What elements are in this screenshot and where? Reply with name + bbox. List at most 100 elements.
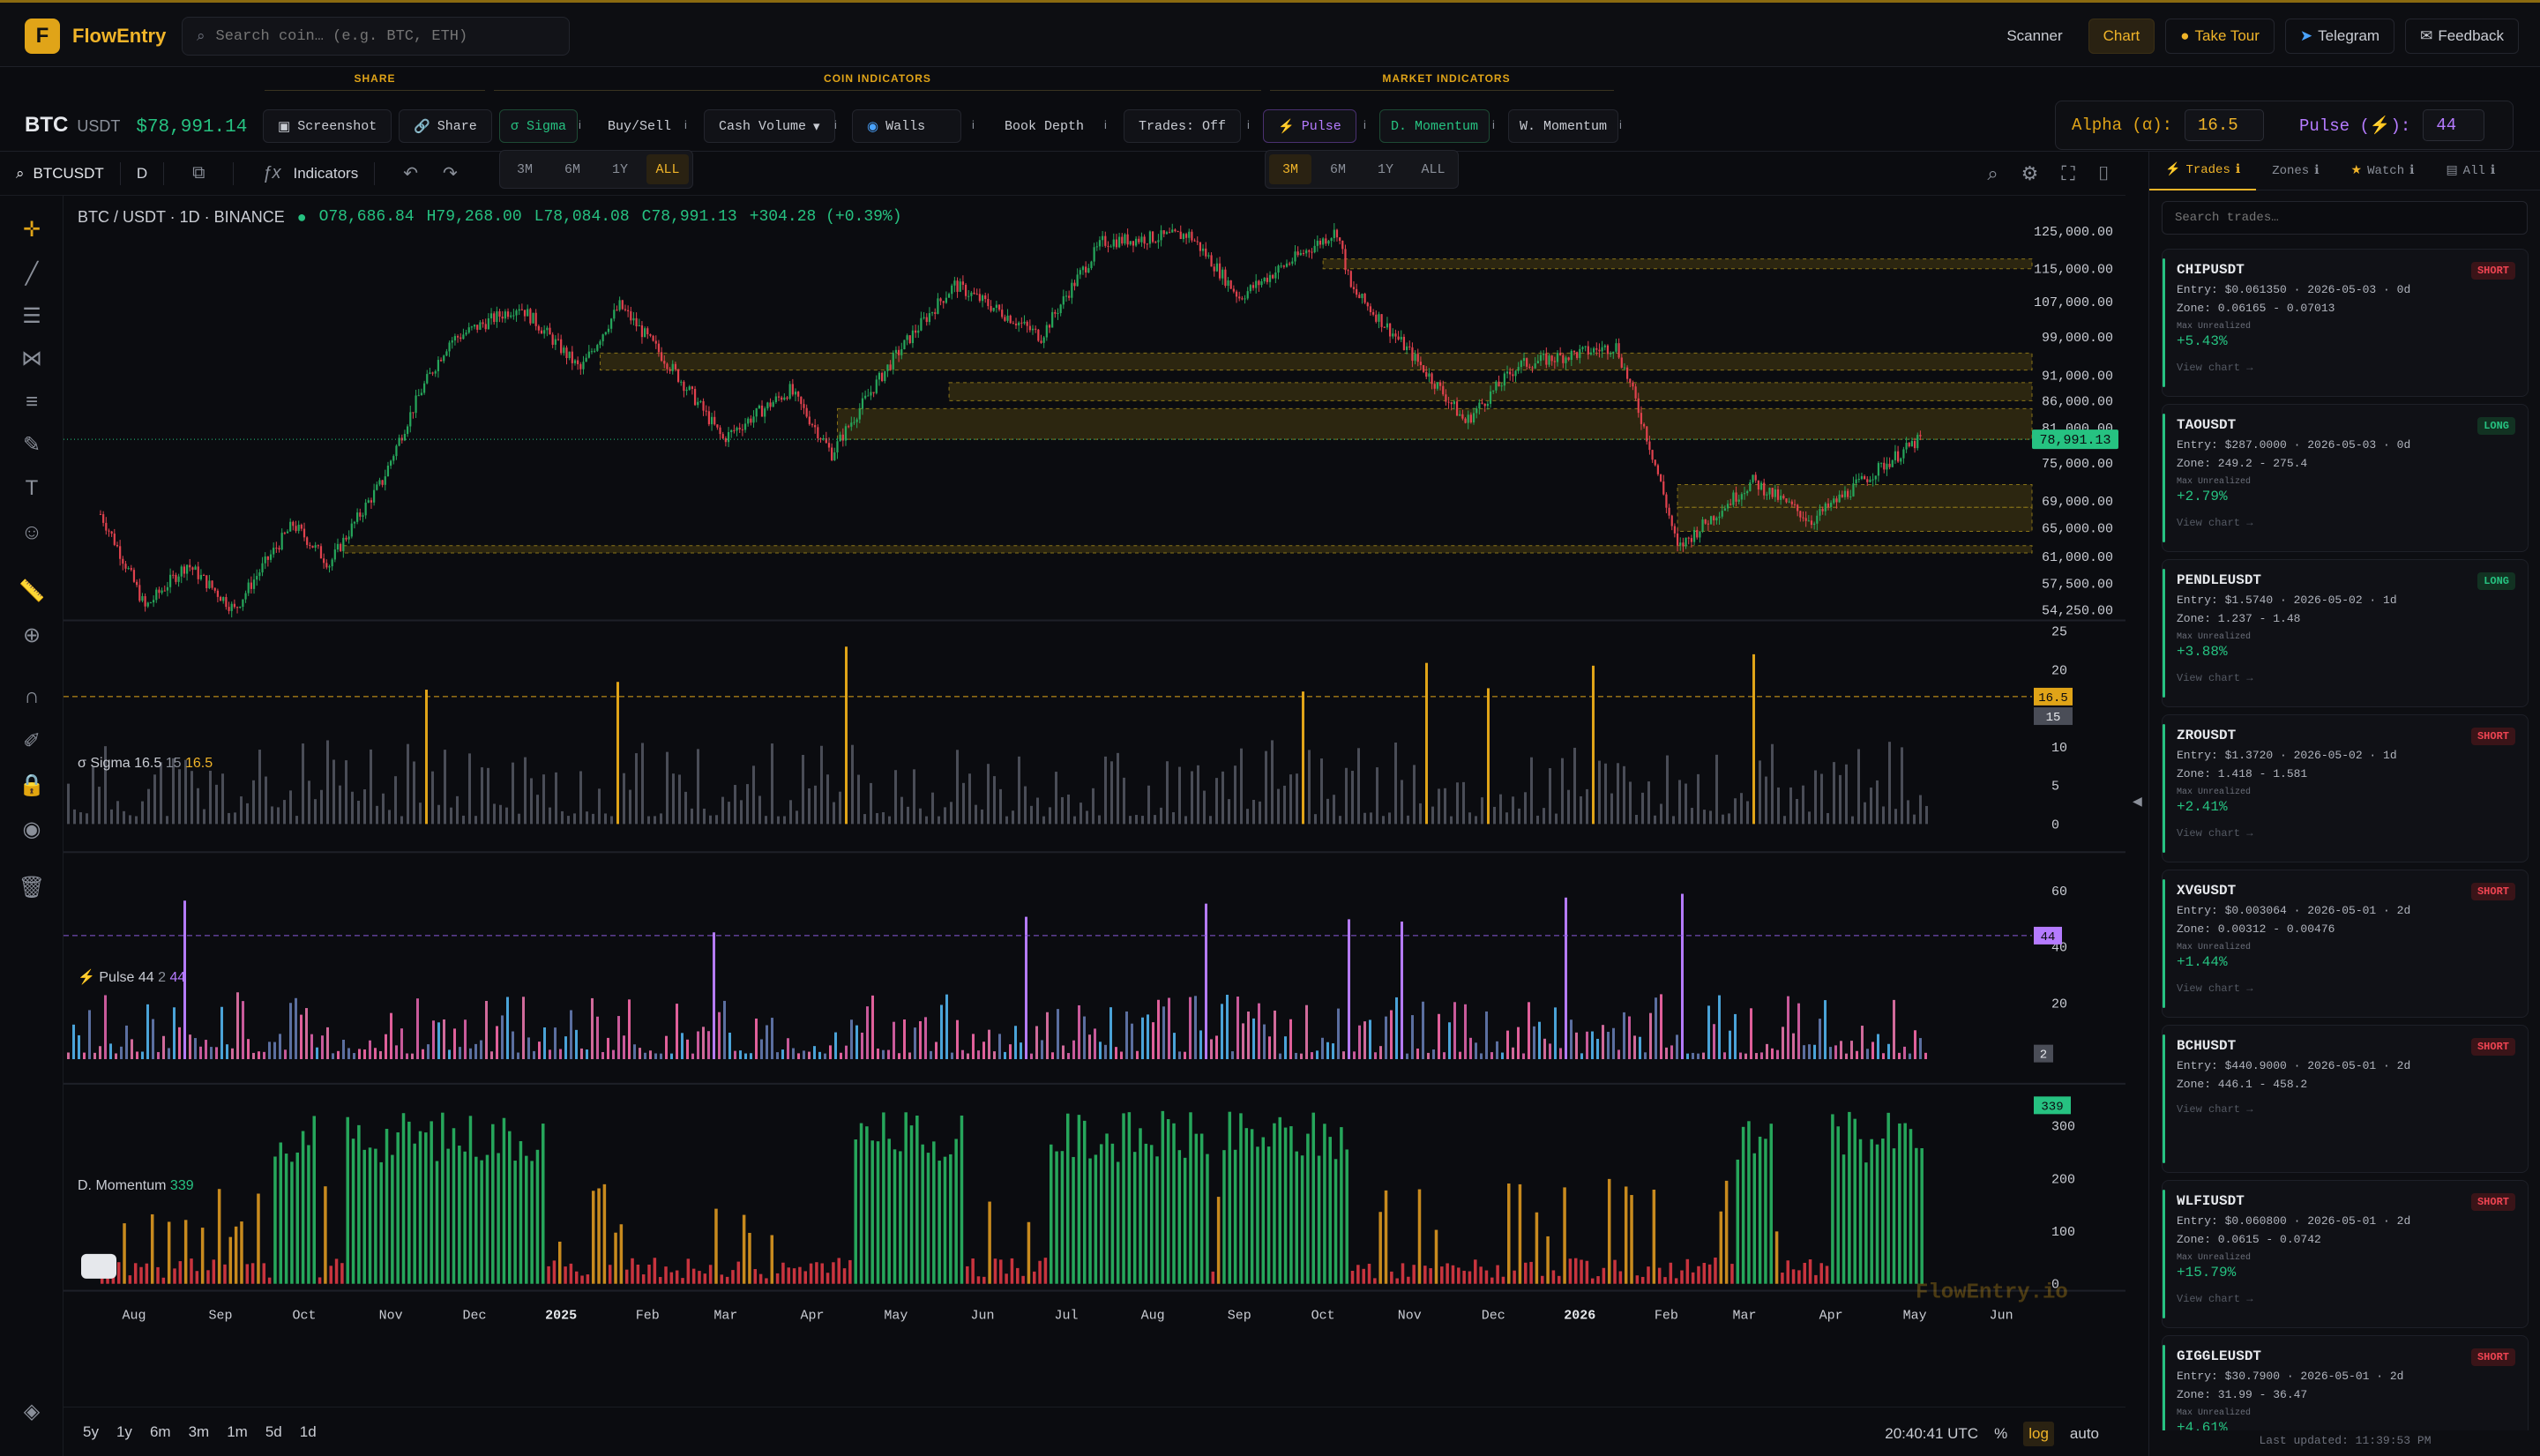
trade-card[interactable]: CHIPUSDT SHORT Entry: $0.061350 · 2026-05-… (2162, 249, 2529, 397)
crosshair-icon[interactable]: ✛ (16, 213, 48, 245)
dmomentum-info-icon[interactable]: i (1492, 118, 1495, 131)
feedback-button[interactable]: ✉ Feedback (2405, 19, 2519, 54)
emoji-icon[interactable]: ☺ (16, 517, 48, 549)
share-button[interactable]: 🔗 Share (399, 109, 492, 143)
trade-search[interactable] (2162, 201, 2528, 235)
brush-icon[interactable]: ✎ (16, 429, 48, 460)
coin-search-input[interactable] (215, 27, 534, 45)
sigma-info-icon[interactable]: i (579, 118, 581, 131)
horizontal-lines-icon[interactable]: ☰ (16, 300, 48, 332)
indicators-button[interactable]: Indicators (294, 165, 359, 183)
tf-1d[interactable]: 1d (300, 1423, 317, 1441)
tf-1y[interactable]: 1y (116, 1423, 132, 1441)
pencil-lock-icon[interactable]: ✐ (16, 725, 48, 757)
redo-icon[interactable]: ↷ (443, 162, 458, 184)
chart-svg[interactable]: 125,000.00115,000.00107,000.0099,000.009… (64, 196, 2125, 1407)
view-chart-link[interactable]: View chart → (2177, 362, 2514, 374)
tab-watch[interactable]: ★ Watch ℹ (2335, 152, 2431, 190)
tf-5d[interactable]: 5d (265, 1423, 282, 1441)
lock-icon[interactable]: 🔒 (16, 769, 48, 801)
tf-6m[interactable]: 6m (150, 1423, 171, 1441)
log-toggle[interactable]: log (2023, 1422, 2054, 1446)
trades-info-icon[interactable]: i (1247, 118, 1250, 131)
pattern-icon[interactable]: ⋈ (16, 342, 48, 374)
collapse-panel-icon[interactable]: ◀ (2133, 794, 2142, 809)
pulse-threshold-input[interactable]: 44 (2423, 109, 2485, 141)
text-icon[interactable]: T (16, 473, 48, 504)
bookdepth-toggle[interactable]: Book Depth (990, 109, 1099, 143)
take-tour-button[interactable]: ● Take Tour (2165, 19, 2275, 54)
trade-card[interactable]: BCHUSDT SHORT Entry: $440.9000 · 2026-05-0… (2162, 1025, 2529, 1173)
sigma-bar (345, 760, 347, 825)
auto-toggle[interactable]: auto (2070, 1425, 2099, 1443)
nav-scanner[interactable]: Scanner (1991, 19, 2077, 54)
chart-area[interactable]: 125,000.00 115,000.00 107,000.00 99,000.00 9… (64, 196, 2125, 1456)
cashvolume-toggle[interactable]: Cash Volume ▾ (704, 109, 835, 143)
momentum-bar (1825, 1266, 1829, 1284)
trade-card[interactable]: GIGGLEUSDT SHORT Entry: $30.7900 · 2026-05… (2162, 1335, 2529, 1430)
tf-5y[interactable]: 5y (83, 1423, 99, 1441)
tab-trades[interactable]: ⚡ Trades ℹ (2149, 152, 2257, 190)
sigma-toggle[interactable]: σ Sigma (499, 109, 579, 143)
wmomentum-info-icon[interactable]: i (1619, 118, 1622, 131)
view-chart-link[interactable]: View chart → (2177, 982, 2514, 995)
view-chart-link[interactable]: View chart → (2177, 672, 2514, 684)
undo-icon[interactable]: ↶ (403, 162, 418, 184)
settings-icon[interactable]: ⚙ (2021, 162, 2039, 185)
tab-all[interactable]: ▤ All ℹ (2430, 152, 2511, 190)
layers-icon[interactable]: ◈ (16, 1395, 48, 1427)
candle-body (568, 351, 571, 359)
trade-search-input[interactable] (2175, 211, 2492, 225)
percent-toggle[interactable]: % (1994, 1425, 2007, 1443)
buysell-toggle[interactable]: Buy/Sell (593, 109, 686, 143)
wmomentum-toggle[interactable]: W. Momentum (1508, 109, 1619, 143)
trade-card[interactable]: XVGUSDT SHORT Entry: $0.003064 · 2026-05-0… (2162, 870, 2529, 1018)
chart-symbol-search[interactable]: ⌕ BTCUSDT (16, 165, 104, 183)
walls-toggle[interactable]: ◉ Walls (852, 109, 961, 143)
sigma-bar (616, 682, 619, 825)
view-chart-link[interactable]: View chart → (2177, 517, 2514, 529)
pulse-bar (580, 1048, 583, 1060)
app-logo[interactable]: F FlowEntry (25, 19, 166, 54)
cashvolume-info-icon[interactable]: i (834, 118, 837, 131)
trade-card[interactable]: PENDLEUSDT LONG Entry: $1.5740 · 2026-05-0… (2162, 559, 2529, 707)
candle-body (811, 424, 814, 426)
alpha-input[interactable]: 16.5 (2185, 109, 2265, 141)
zoom-in-icon[interactable]: ⊕ (16, 619, 48, 651)
nav-chart[interactable]: Chart (2088, 19, 2155, 54)
fib-icon[interactable]: ≡ (16, 386, 48, 418)
candle-body (434, 370, 437, 374)
dmomentum-toggle[interactable]: D. Momentum (1379, 109, 1490, 143)
candle-body (504, 311, 506, 319)
interval-button[interactable]: D (137, 165, 147, 183)
candle-body (1492, 390, 1495, 392)
ruler-icon[interactable]: 📏 (16, 575, 48, 607)
pulse-info-icon[interactable]: i (1363, 118, 1366, 131)
eye-icon[interactable]: ◉ (16, 813, 48, 845)
walls-info-icon[interactable]: i (972, 118, 975, 131)
tab-zones[interactable]: Zones ℹ (2256, 152, 2335, 190)
trash-icon[interactable]: 🗑 (16, 871, 48, 903)
buysell-info-icon[interactable]: i (684, 118, 687, 131)
fullscreen-icon[interactable]: ⛶ (2061, 162, 2074, 185)
trade-card[interactable]: WLFIUSDT SHORT Entry: $0.060800 · 2026-05-… (2162, 1180, 2529, 1328)
zoom-icon[interactable]: ⌕ (1987, 162, 1998, 185)
screenshot-button[interactable]: ▣ Screenshot (263, 109, 392, 143)
tf-3m[interactable]: 3m (189, 1423, 210, 1441)
view-chart-link[interactable]: View chart → (2177, 1103, 2514, 1116)
candle-body (1258, 280, 1260, 286)
trade-card[interactable]: TAOUSDT LONG Entry: $287.0000 · 2026-05-03… (2162, 404, 2529, 552)
coin-search[interactable]: ⌕ (182, 17, 570, 56)
candle-type-icon[interactable]: ⧉ (192, 163, 205, 183)
view-chart-link[interactable]: View chart → (2177, 1293, 2514, 1305)
trades-toggle[interactable]: Trades: Off (1124, 109, 1242, 143)
telegram-button[interactable]: ➤ Telegram (2284, 19, 2395, 54)
bookdepth-info-icon[interactable]: i (1104, 118, 1107, 131)
trendline-icon[interactable]: ╱ (16, 258, 48, 289)
magnet-icon[interactable]: ∩ (16, 681, 48, 713)
pulse-toggle[interactable]: ⚡ Pulse (1263, 109, 1356, 143)
camera-icon[interactable]: ⌷ (2098, 162, 2110, 185)
trade-card[interactable]: ZROUSDT SHORT Entry: $1.3720 · 2026-05-02 … (2162, 714, 2529, 862)
view-chart-link[interactable]: View chart → (2177, 827, 2514, 840)
tf-1m[interactable]: 1m (227, 1423, 248, 1441)
